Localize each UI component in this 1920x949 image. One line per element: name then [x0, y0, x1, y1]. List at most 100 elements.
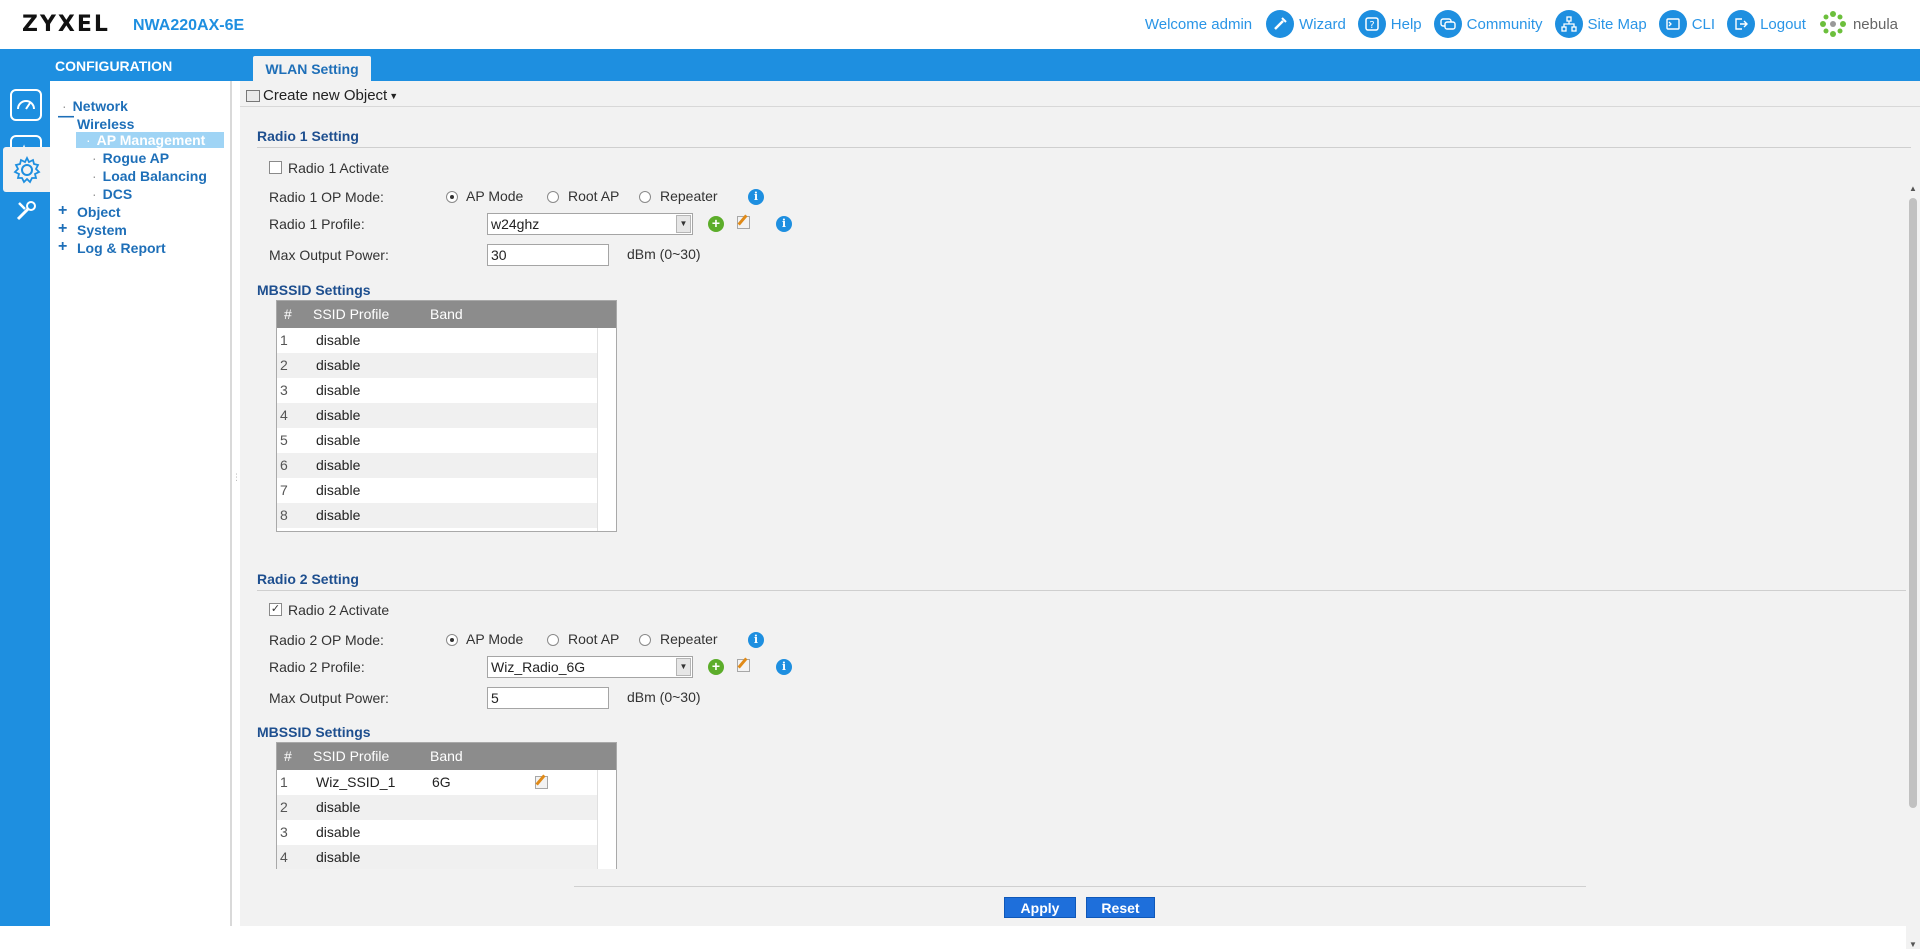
radio1-activate-checkbox[interactable] — [269, 161, 282, 174]
info-icon[interactable]: i — [748, 632, 764, 648]
tree-label-dcs: DCS — [102, 186, 133, 202]
radio2-repeater-radio[interactable] — [639, 634, 651, 646]
tab-wlan-setting[interactable]: WLAN Setting — [253, 56, 371, 81]
radio1-root-ap-radio[interactable] — [547, 191, 559, 203]
tree-item-object[interactable]: Object — [77, 204, 121, 220]
info-icon[interactable]: i — [776, 216, 792, 232]
tree-item-rogue-ap[interactable]: · Rogue AP — [92, 150, 169, 166]
content-scrollbar[interactable]: ▲ ▼ — [1906, 184, 1920, 949]
radio2-mbssid-title: MBSSID Settings — [257, 724, 371, 740]
row-num: 7 — [280, 482, 288, 498]
edit-ssid-icon[interactable] — [535, 776, 548, 789]
radio2-profile-value: Wiz_Radio_6G — [491, 659, 586, 675]
row-num: 6 — [280, 457, 288, 473]
nebula-label[interactable]: nebula — [1853, 16, 1898, 33]
community-icon — [1433, 10, 1462, 38]
row-num: 4 — [280, 849, 288, 865]
radio1-power-input[interactable]: 30 — [487, 244, 609, 266]
row-num: 8 — [280, 507, 288, 523]
tree-item-dcs[interactable]: · DCS — [92, 186, 132, 202]
logout-label: Logout — [1760, 15, 1806, 33]
create-object-label: Create new Object — [263, 87, 388, 104]
info-icon[interactable]: i — [776, 659, 792, 675]
tree-label-ap-management: AP Management — [96, 132, 206, 148]
panel-collapse-handle[interactable]: ⋮ — [232, 472, 241, 502]
expand-icon[interactable]: + — [58, 202, 67, 220]
scroll-up-icon[interactable]: ▲ — [1909, 184, 1917, 193]
tree-item-log-report[interactable]: Log & Report — [77, 240, 166, 256]
community-link[interactable]: Community — [1433, 10, 1543, 38]
radio1-ap-mode-label: AP Mode — [466, 188, 524, 204]
radio1-repeater-label: Repeater — [660, 188, 718, 204]
row-num: 2 — [280, 357, 288, 373]
gear-icon — [12, 155, 41, 184]
nebula-icon[interactable] — [1818, 9, 1848, 39]
info-icon[interactable]: i — [748, 189, 764, 205]
collapse-icon[interactable]: — — [58, 108, 74, 126]
create-object-menu[interactable]: Create new Object ▼ — [246, 87, 398, 104]
help-link[interactable]: ? Help — [1357, 10, 1422, 38]
row-ssid: disable — [316, 507, 361, 523]
radio2-activate-checkbox[interactable]: ✓ — [269, 603, 282, 616]
table-scrollbar[interactable] — [597, 770, 616, 869]
table-row[interactable]: 2 disable — [277, 795, 616, 820]
scrollbar-thumb[interactable] — [1909, 198, 1917, 808]
tree-item-system[interactable]: System — [77, 222, 127, 238]
tree-item-load-balancing[interactable]: · Load Balancing — [92, 168, 207, 184]
radio1-profile-select[interactable]: w24ghz ▼ — [487, 213, 693, 235]
row-ssid: disable — [316, 849, 361, 865]
expand-icon[interactable]: + — [58, 220, 67, 238]
radio1-activate-label: Radio 1 Activate — [288, 160, 390, 176]
add-profile-icon[interactable]: + — [708, 659, 724, 675]
table-row[interactable]: 5 disable — [277, 428, 616, 453]
table-row[interactable]: 3 disable — [277, 820, 616, 845]
tree-label-load-balancing: Load Balancing — [102, 168, 207, 184]
configuration-menu[interactable] — [3, 147, 50, 192]
table-row[interactable]: 8 disable — [277, 503, 616, 528]
radio2-mbssid-table: # SSID Profile Band 1 Wiz_SSID_1 6G 2 dis… — [276, 742, 617, 869]
table-row[interactable]: 4 disable — [277, 845, 616, 869]
table-row[interactable]: 1 Wiz_SSID_1 6G — [277, 770, 616, 795]
table-row[interactable]: 7 disable — [277, 478, 616, 503]
row-band: 6G — [432, 774, 451, 790]
radio2-power-input[interactable]: 5 — [487, 687, 609, 709]
maintenance-menu[interactable] — [6, 191, 46, 231]
tree-label-network: Network — [72, 98, 128, 114]
row-num: 5 — [280, 432, 288, 448]
zyxel-logo: ZYXEL — [22, 12, 110, 37]
tree-item-wireless[interactable]: Wireless — [77, 116, 134, 132]
edit-profile-icon[interactable] — [737, 216, 750, 229]
tree-item-ap-management[interactable]: · AP Management — [76, 132, 225, 148]
radio2-root-ap-radio[interactable] — [547, 634, 559, 646]
table-scrollbar[interactable] — [597, 328, 616, 531]
radio1-ap-mode-radio[interactable] — [446, 191, 458, 203]
apply-button[interactable]: Apply — [1004, 897, 1076, 918]
table-row[interactable]: 6 disable — [277, 453, 616, 478]
radio2-root-ap-label: Root AP — [568, 631, 620, 647]
radio2-profile-select[interactable]: Wiz_Radio_6G ▼ — [487, 656, 693, 678]
table-row[interactable]: 3 disable — [277, 378, 616, 403]
col-header-ssid: SSID Profile — [313, 748, 390, 764]
scroll-down-icon[interactable]: ▼ — [1909, 940, 1917, 949]
radio1-repeater-radio[interactable] — [639, 191, 651, 203]
sitemap-icon — [1554, 10, 1583, 38]
row-ssid: disable — [316, 457, 361, 473]
wizard-link[interactable]: Wizard — [1266, 10, 1346, 38]
reset-button[interactable]: Reset — [1086, 897, 1155, 918]
site-map-link[interactable]: Site Map — [1554, 10, 1647, 38]
radio2-activate-label: Radio 2 Activate — [288, 602, 390, 618]
expand-icon[interactable]: + — [58, 238, 67, 256]
logout-link[interactable]: Logout — [1727, 10, 1806, 38]
cli-link[interactable]: CLI — [1658, 10, 1715, 38]
dashboard-menu[interactable] — [6, 85, 46, 125]
col-header-num: # — [284, 306, 292, 322]
cli-icon — [1658, 10, 1687, 38]
edit-profile-icon[interactable] — [737, 659, 750, 672]
col-header-band: Band — [430, 748, 463, 764]
row-num: 2 — [280, 799, 288, 815]
table-row[interactable]: 2 disable — [277, 353, 616, 378]
radio2-ap-mode-radio[interactable] — [446, 634, 458, 646]
add-profile-icon[interactable]: + — [708, 216, 724, 232]
table-row[interactable]: 4 disable — [277, 403, 616, 428]
table-row[interactable]: 1 disable — [277, 328, 616, 353]
